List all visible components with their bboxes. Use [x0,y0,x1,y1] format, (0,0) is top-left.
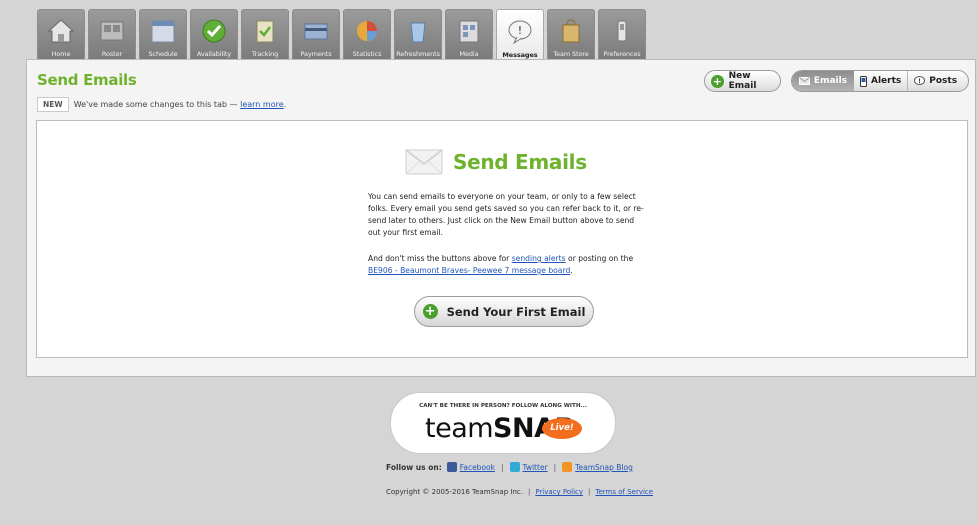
terms-of-service-link[interactable]: Terms of Service [595,488,653,496]
facebook-link[interactable]: Facebook [460,463,495,472]
description-text: You can send emails to everyone on your … [368,192,644,237]
tab-refreshments[interactable]: Refreshments [394,9,442,60]
media-icon [459,20,479,43]
clipboard-icon [256,20,274,43]
changes-notice: NEW We've made some changes to this tab … [37,97,286,112]
send-first-email-button[interactable]: + Send Your First Email [414,296,594,327]
home-icon [47,19,75,43]
plus-icon: + [711,74,724,88]
twitter-icon [509,462,520,472]
tab-schedule[interactable]: Schedule [139,9,187,60]
pie-chart-icon [357,21,377,41]
social-links: Follow us on: Facebook | Twitter | TeamS… [386,462,633,472]
emails-segment[interactable]: Emails [792,71,854,91]
new-badge: NEW [37,97,69,112]
envelope-icon [405,149,443,175]
tab-roster[interactable]: Roster [88,9,136,60]
tab-team-store[interactable]: Team Store [547,9,595,60]
tab-messages[interactable]: ! Messages [496,9,544,61]
posts-segment[interactable]: ! Posts [907,71,963,91]
plus-icon: + [422,304,438,319]
phone-icon [860,75,867,87]
hero-heading: Send Emails [405,149,587,175]
tab-statistics[interactable]: Statistics [343,9,391,60]
tab-payments[interactable]: Payments [292,9,340,60]
notice-text: We've made some changes to this tab — le… [73,100,287,109]
tab-media[interactable]: Media [445,9,493,60]
teamsnap-live-banner[interactable]: CAN'T BE THERE IN PERSON? FOLLOW ALONG W… [390,392,616,454]
message-board-link[interactable]: BE906 - Beaumont Braves- Peewee 7 messag… [368,266,570,275]
twitter-link[interactable]: Twitter [523,463,548,472]
message-type-switcher: Emails Alerts ! Posts [791,70,969,92]
tab-tracking[interactable]: Tracking [241,9,289,60]
envelope-icon [798,77,810,85]
live-tagline: CAN'T BE THERE IN PERSON? FOLLOW ALONG W… [419,403,587,409]
messages-panel: Send Emails NEW We've made some changes … [26,59,976,377]
tab-home[interactable]: Home [37,9,85,60]
new-email-button[interactable]: + New Email [704,70,781,92]
check-icon [202,19,226,43]
calendar-icon [151,20,175,43]
speech-bubble-icon: ! [508,20,532,45]
main-tab-bar: Home Roster Schedule Availability Tracki… [37,9,649,61]
speech-bubble-icon: ! [914,76,926,85]
roster-icon [100,21,124,41]
tab-availability[interactable]: Availability [190,9,238,60]
page-title: Send Emails [37,71,137,89]
empty-state-card: Send Emails You can send emails to every… [36,120,968,358]
blog-link[interactable]: TeamSnap Blog [575,463,633,472]
live-badge: Live! [542,418,582,439]
tab-preferences[interactable]: Preferences [598,9,646,60]
secondary-description: And don't miss the buttons above for sen… [368,254,634,275]
cup-icon [410,22,426,43]
switch-icon [617,20,627,42]
copyright-bar: Copyright © 2005-2016 TeamSnap Inc. | Pr… [386,488,654,496]
svg-text:!: ! [518,24,522,37]
sending-alerts-link[interactable]: sending alerts [512,254,566,263]
svg-text:!: ! [918,78,921,85]
learn-more-link[interactable]: learn more [240,100,284,109]
privacy-policy-link[interactable]: Privacy Policy [535,488,583,496]
alerts-segment[interactable]: Alerts [854,71,907,91]
payment-icon [304,23,328,40]
facebook-icon [446,462,457,472]
bag-icon [562,19,580,43]
hero-title: Send Emails [453,150,587,174]
rss-icon [562,462,573,472]
